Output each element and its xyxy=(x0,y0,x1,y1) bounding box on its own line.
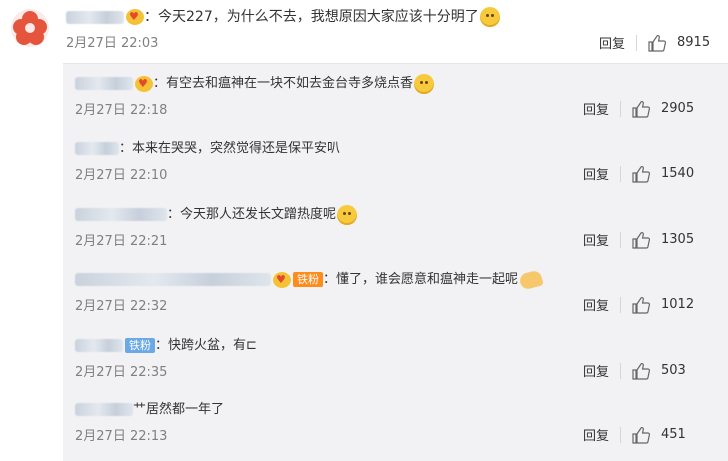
like-count: 1540 xyxy=(661,166,695,181)
reply-actions: 回复 2905 xyxy=(583,99,695,118)
reply-item: 艹居然都一年了 2月27日 22:13 回复 451 xyxy=(75,399,715,444)
reply-time: 2月27日 22:13 xyxy=(75,429,168,444)
reply-item: 铁粉 ：快跨火盆，有⊏ 2月27日 22:35 回复 503 xyxy=(75,335,715,380)
like-icon[interactable] xyxy=(632,296,650,314)
like-count: 1305 xyxy=(661,232,695,247)
doge-emoji-icon xyxy=(337,204,358,225)
reply-item: ：今天那人还发长文蹭热度呢 2月27日 22:21 回复 1305 xyxy=(75,204,715,249)
avatar[interactable] xyxy=(11,9,49,47)
reply-actions: 回复 451 xyxy=(583,425,695,444)
fan-badge: 铁粉 xyxy=(125,338,155,353)
fan-badge: 铁粉 xyxy=(293,272,323,287)
reply-button[interactable]: 回复 xyxy=(583,164,609,183)
shy-emoji-icon xyxy=(414,73,435,94)
reply-actions: 回复 1305 xyxy=(583,230,695,249)
vip-badge-icon xyxy=(273,269,291,291)
main-comment-line: ：今天227，为什么不去，我想原因大家应该十分明了 xyxy=(66,6,500,28)
username-blurred[interactable] xyxy=(75,339,123,352)
main-comment-text: ：今天227，为什么不去，我想原因大家应该十分明了 xyxy=(144,9,479,25)
divider xyxy=(636,34,637,51)
reply-time: 2月27日 22:21 xyxy=(75,234,168,249)
reply-item: 铁粉：懂了，谁会愿意和瘟神走一起呢 2月27日 22:32 回复 1012 xyxy=(75,268,715,314)
reply-actions: 回复 503 xyxy=(583,361,695,380)
reply-item: ：本来在哭哭，突然觉得还是保平安叭 2月27日 22:10 回复 1540 xyxy=(75,138,715,183)
divider xyxy=(620,100,621,117)
username-blurred[interactable] xyxy=(75,273,271,286)
username-blurred[interactable] xyxy=(75,403,133,416)
like-icon[interactable] xyxy=(632,426,650,444)
main-comment-actions: 回复 8915 xyxy=(599,33,711,52)
like-icon[interactable] xyxy=(632,362,650,380)
reply-button[interactable]: 回复 xyxy=(583,230,609,249)
username-blurred[interactable] xyxy=(75,142,119,155)
reply-text: ：懂了，谁会愿意和瘟神走一起呢 xyxy=(323,272,519,287)
reply-text: ：本来在哭哭，突然觉得还是保平安叭 xyxy=(119,141,341,156)
reply-button[interactable]: 回复 xyxy=(599,33,625,52)
like-icon[interactable] xyxy=(632,165,650,183)
divider xyxy=(620,231,621,248)
reply-actions: 回复 1012 xyxy=(583,295,695,314)
reply-button[interactable]: 回复 xyxy=(583,99,609,118)
username-blurred[interactable] xyxy=(75,208,167,221)
like-count: 451 xyxy=(661,427,686,442)
like-count: 503 xyxy=(661,363,686,378)
reply-item: ：有空去和瘟神在一块不如去金台寺多烧点香 2月27日 22:18 回复 2905 xyxy=(75,73,715,118)
divider xyxy=(620,296,621,313)
reply-text: ：今天那人还发长文蹭热度呢 xyxy=(167,207,337,222)
divider xyxy=(620,165,621,182)
reply-time: 2月27日 22:35 xyxy=(75,365,168,380)
reply-text: 艹居然都一年了 xyxy=(133,402,225,417)
divider xyxy=(620,362,621,379)
like-icon[interactable] xyxy=(632,100,650,118)
divider xyxy=(620,426,621,443)
clap-hand-emoji-icon xyxy=(518,268,544,291)
username-blurred[interactable] xyxy=(75,77,133,90)
username-blurred[interactable] xyxy=(66,10,124,24)
vip-badge-icon xyxy=(135,73,153,95)
reply-button[interactable]: 回复 xyxy=(583,295,609,314)
reply-actions: 回复 1540 xyxy=(583,164,695,183)
reply-text: ：有空去和瘟神在一块不如去金台寺多烧点香 xyxy=(153,76,414,91)
like-icon[interactable] xyxy=(632,231,650,249)
vip-badge-icon xyxy=(126,6,144,28)
main-comment-time: 2月27日 22:03 xyxy=(66,36,159,51)
doge-emoji-icon xyxy=(479,7,500,27)
like-count: 8915 xyxy=(677,35,711,50)
reply-text: ：快跨火盆，有⊏ xyxy=(155,338,257,353)
reply-time: 2月27日 22:32 xyxy=(75,299,168,314)
like-count: 1012 xyxy=(661,297,695,312)
reply-time: 2月27日 22:10 xyxy=(75,168,168,183)
like-icon[interactable] xyxy=(648,34,666,52)
reply-time: 2月27日 22:18 xyxy=(75,103,168,118)
reply-button[interactable]: 回复 xyxy=(583,425,609,444)
like-count: 2905 xyxy=(661,101,695,116)
reply-button[interactable]: 回复 xyxy=(583,361,609,380)
